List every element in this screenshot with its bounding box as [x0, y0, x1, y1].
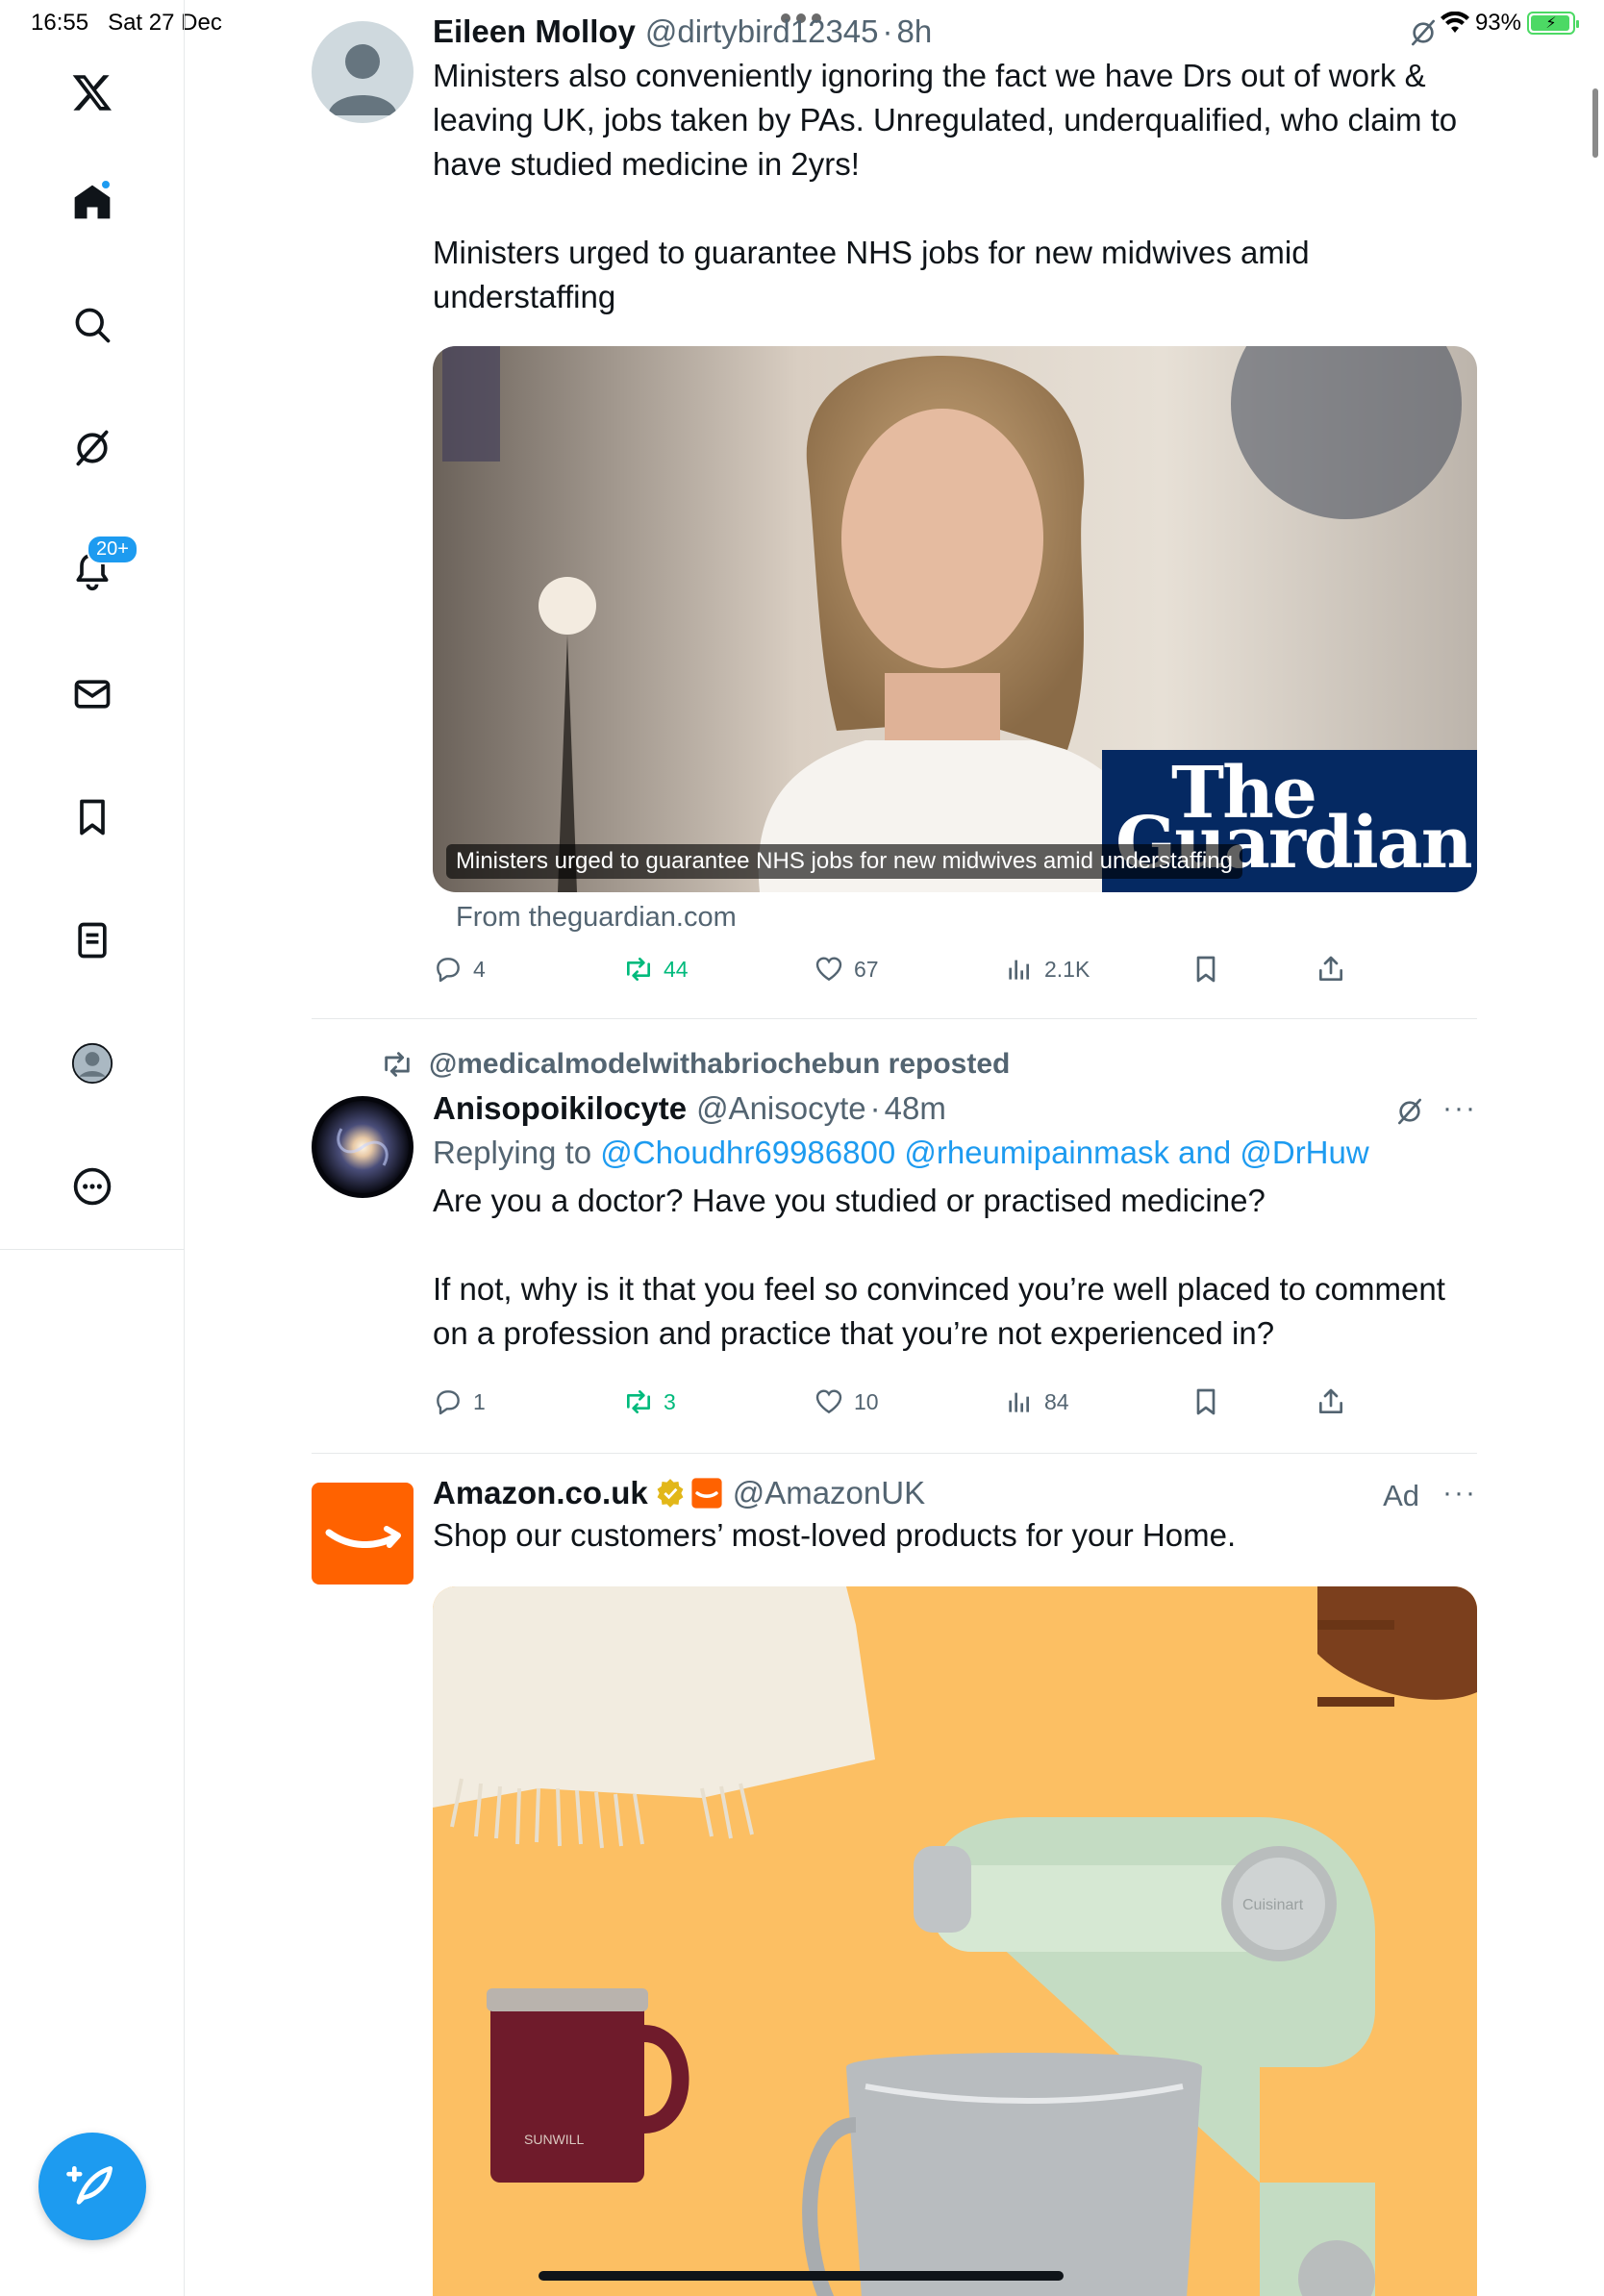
- post-text: Are you a doctor? Have you studied or pr…: [433, 1179, 1477, 1356]
- reply-count: 4: [473, 956, 486, 982]
- grok-explain-icon[interactable]: [1394, 1096, 1425, 1132]
- post-eileen-molloy[interactable]: Eileen Molloy @dirtybird12345 · 8h Minis…: [312, 0, 1477, 1019]
- repost-attribution[interactable]: @medicalmodelwithabriochebun reposted: [381, 1048, 1010, 1081]
- home-icon[interactable]: [62, 171, 123, 233]
- heart-icon: [815, 957, 842, 982]
- notifications-icon[interactable]: 20+: [62, 535, 138, 602]
- reply-icon: [437, 1390, 460, 1415]
- post-anisopoikilocyte[interactable]: @medicalmodelwithabriochebun reposted An…: [312, 1019, 1477, 1454]
- amazon-logo-avatar[interactable]: [312, 1483, 414, 1585]
- post-text-paragraph: Ministers urged to guarantee NHS jobs fo…: [433, 235, 1310, 314]
- more-options-icon[interactable]: ···: [1442, 1092, 1477, 1125]
- home-unread-dot: [100, 179, 112, 190]
- repost-button[interactable]: 44: [623, 954, 689, 985]
- lists-icon[interactable]: [62, 910, 123, 971]
- x-logo-icon[interactable]: [62, 62, 123, 123]
- post-text-paragraph: Shop our customers’ most-loved products …: [433, 1517, 1237, 1553]
- reply-button[interactable]: 1: [433, 1386, 486, 1417]
- post-actions: 4 44 67 2.1K: [433, 954, 1366, 992]
- more-icon[interactable]: [62, 1156, 123, 1217]
- repost-count: 44: [664, 956, 689, 982]
- compose-feather-icon: [66, 2166, 113, 2205]
- reply-button[interactable]: 4: [433, 954, 486, 985]
- view-count: 84: [1044, 1388, 1069, 1414]
- post-text: Ministers also conveniently ignoring the…: [433, 54, 1477, 319]
- link-card[interactable]: The Guardian Ministers urged to guarante…: [433, 346, 1477, 892]
- like-button[interactable]: 67: [814, 954, 879, 985]
- post-header: Anisopoikilocyte @Anisocyte · 48m: [433, 1090, 946, 1127]
- post-header: Amazon.co.uk @AmazonUK: [433, 1475, 1477, 1511]
- views-icon: [1009, 960, 1029, 980]
- views-icon: [1009, 1392, 1029, 1412]
- more-options-icon[interactable]: ···: [1442, 1477, 1477, 1510]
- profile-icon[interactable]: [62, 1033, 123, 1094]
- post-text-paragraph: Ministers also conveniently ignoring the…: [433, 58, 1458, 182]
- avatar[interactable]: [312, 21, 414, 123]
- repost-icon: [627, 1390, 650, 1413]
- ad-product-photo: SUNWILL Cuisinart: [433, 1586, 1477, 2296]
- scrollbar-thumb[interactable]: [1592, 88, 1598, 158]
- share-button[interactable]: [1316, 1386, 1346, 1417]
- mixer-brand-label: Cuisinart: [1242, 1897, 1304, 1913]
- post-actions: 1 3 10 84: [433, 1386, 1366, 1425]
- reply-prefix: Replying to: [433, 1135, 592, 1170]
- share-button[interactable]: [1316, 954, 1346, 985]
- views-button[interactable]: 2.1K: [1004, 954, 1090, 985]
- battery-icon: ⚡: [1527, 12, 1579, 35]
- post-time[interactable]: 48m: [885, 1090, 946, 1127]
- bookmark-icon: [1196, 1388, 1216, 1415]
- post-text-paragraph: If not, why is it that you feel so convi…: [433, 1271, 1445, 1351]
- view-count: 2.1K: [1044, 956, 1090, 982]
- battery-percent: 93%: [1474, 10, 1521, 36]
- link-card-title: Ministers urged to guarantee NHS jobs fo…: [446, 844, 1242, 879]
- views-button[interactable]: 84: [1004, 1386, 1069, 1417]
- messages-icon[interactable]: [62, 663, 123, 725]
- author-handle[interactable]: @AmazonUK: [733, 1475, 925, 1511]
- grok-explain-icon[interactable]: [1408, 17, 1439, 53]
- bookmark-icon: [1196, 956, 1216, 983]
- reply-mentions[interactable]: @Choudhr69986800 @rheumipainmask and @Dr…: [600, 1135, 1368, 1170]
- replying-to: Replying to @Choudhr69986800 @rheumipain…: [433, 1135, 1477, 1171]
- avatar[interactable]: [312, 1096, 414, 1198]
- ad-image[interactable]: SUNWILL Cuisinart: [433, 1586, 1477, 2296]
- post-text: Shop our customers’ most-loved products …: [433, 1513, 1477, 1558]
- compose-post-button[interactable]: [38, 2133, 146, 2240]
- author-handle[interactable]: @Anisocyte: [696, 1090, 866, 1127]
- like-count: 10: [854, 1388, 879, 1414]
- post-header: Eileen Molloy @dirtybird12345 · 8h: [433, 13, 933, 50]
- post-amazon-ad[interactable]: Amazon.co.uk @AmazonUK Shop our customer…: [312, 1454, 1477, 2296]
- repost-count: 3: [664, 1388, 676, 1414]
- repost-button[interactable]: 3: [623, 1386, 676, 1417]
- reply-icon: [437, 958, 460, 983]
- share-icon: [1319, 1388, 1342, 1413]
- notifications-badge: 20+: [87, 535, 138, 564]
- bookmarks-icon[interactable]: [62, 786, 123, 848]
- bookmark-button[interactable]: [1190, 954, 1221, 985]
- like-button[interactable]: 10: [814, 1386, 879, 1417]
- reply-count: 1: [473, 1388, 486, 1414]
- verified-gold-icon: [657, 1479, 684, 1508]
- link-source[interactable]: From theguardian.com: [456, 902, 737, 934]
- repost-icon: [627, 958, 650, 981]
- like-count: 67: [854, 956, 879, 982]
- affiliate-badge-icon: [691, 1478, 722, 1509]
- post-text-paragraph: Are you a doctor? Have you studied or pr…: [433, 1183, 1266, 1218]
- ad-label: Ad: [1383, 1479, 1419, 1512]
- home-indicator[interactable]: [539, 2271, 1064, 2281]
- bookmark-button[interactable]: [1190, 1386, 1221, 1417]
- reposted-by-text: @medicalmodelwithabriochebun reposted: [429, 1048, 1011, 1080]
- search-icon[interactable]: [62, 294, 123, 356]
- mug-brand-label: SUNWILL: [524, 2132, 584, 2147]
- author-name[interactable]: Eileen Molloy: [433, 13, 636, 50]
- author-name[interactable]: Amazon.co.uk: [433, 1475, 648, 1511]
- author-name[interactable]: Anisopoikilocyte: [433, 1090, 687, 1127]
- repost-icon: [385, 1052, 410, 1077]
- grok-icon[interactable]: [62, 417, 123, 479]
- sidebar-divider: [184, 1250, 185, 2296]
- post-time[interactable]: 8h: [897, 13, 933, 50]
- share-icon: [1319, 956, 1342, 981]
- heart-icon: [815, 1389, 842, 1414]
- sidebar: 20+: [0, 0, 185, 1250]
- author-handle[interactable]: @dirtybird12345: [645, 13, 879, 50]
